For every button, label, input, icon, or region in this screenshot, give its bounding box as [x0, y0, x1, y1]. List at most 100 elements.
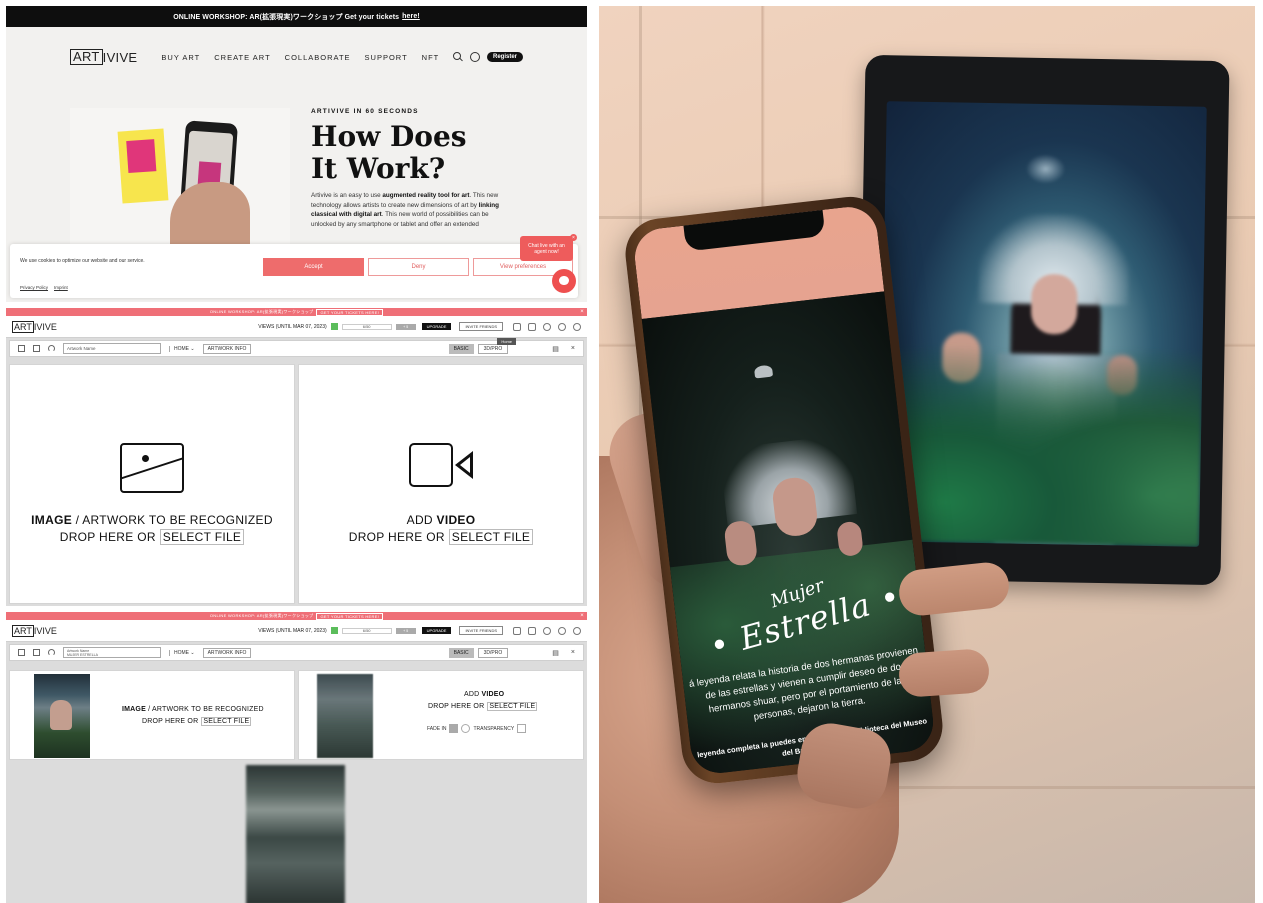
nav-create-art[interactable]: CREATE ART — [214, 53, 270, 62]
artwork-info-button[interactable]: ARTWORK INFO — [202, 343, 252, 354]
home-select[interactable]: HOME ⌄ — [169, 649, 195, 656]
record-icon[interactable] — [33, 345, 40, 352]
toolbar-right: ▤ × — [552, 345, 575, 353]
basic-mode-button[interactable]: BASIC — [448, 647, 474, 658]
workshop-banner: ONLINE WORKSHOP: AR(拡張現実)ワークショップ Get you… — [6, 6, 587, 27]
artwork-name-value: MUJER ESTRELLA — [67, 652, 98, 657]
image-drop-title: IMAGE / ARTWORK TO BE RECOGNIZED — [31, 513, 273, 527]
help-icon[interactable] — [543, 322, 551, 331]
power-icon[interactable] — [573, 322, 581, 331]
tickets-link[interactable]: GET YOUR TICKETS HERE! — [316, 612, 384, 620]
chat-bubble[interactable]: Chat live with an agent now! — [520, 236, 573, 261]
hero-title-line-2: It Work? — [311, 152, 446, 185]
fade-controls: FADE IN TRANSPARENCY — [427, 724, 527, 733]
image-upload-zone[interactable]: IMAGE / ARTWORK TO BE RECOGNIZED DROP HE… — [9, 670, 295, 760]
close-icon[interactable]: × — [571, 345, 575, 353]
video-upload-zone[interactable]: ADD VIDEO DROP HERE OR SELECT FILE FADE … — [298, 670, 584, 760]
close-icon[interactable]: × — [571, 649, 575, 657]
tickets-link[interactable]: GET YOUR TICKETS HERE! — [316, 308, 384, 316]
editor-banner: ONLINE WORKSHOP: AR(拡張現実)ワークショップ GET YOU… — [6, 308, 587, 316]
editor-header: ART IVIVE VIEWS (UNTIL MAR 07, 2023) 6/5… — [6, 316, 587, 338]
poster-illustration — [117, 128, 169, 204]
video-select-file-button[interactable]: SELECT FILE — [448, 529, 534, 545]
video-upload-instruction: DROP HERE OR SELECT FILE — [428, 702, 538, 711]
video-camera-icon — [409, 443, 473, 487]
headphones-icon[interactable] — [48, 649, 55, 656]
logo-rest-part: IVIVE — [102, 49, 138, 65]
nav-collaborate[interactable]: COLLABORATE — [285, 53, 351, 62]
accept-button[interactable]: Accept — [263, 258, 364, 276]
fade-in-toggle[interactable] — [449, 724, 459, 733]
upgrade-button[interactable]: UPGRADE — [421, 323, 452, 330]
add-icon[interactable] — [528, 626, 536, 635]
chat-close-icon[interactable]: × — [570, 234, 577, 241]
invite-friends-button[interactable]: INVITE FRIENDS — [459, 626, 503, 635]
privacy-policy-link[interactable]: Privacy Policy — [20, 285, 48, 290]
upgrade-button[interactable]: UPGRADE — [421, 627, 452, 634]
imprint-link[interactable]: Imprint — [54, 285, 68, 290]
register-button[interactable]: Register — [486, 52, 523, 62]
editor-logo[interactable]: ART IVIVE — [12, 624, 57, 637]
deny-button[interactable]: Deny — [368, 258, 469, 276]
image-label: IMAGE — [122, 706, 146, 713]
finger — [897, 647, 991, 699]
account-icon[interactable] — [469, 52, 480, 62]
add-icon[interactable] — [528, 322, 536, 331]
record-icon[interactable] — [33, 649, 40, 656]
artwork-info-button[interactable]: ARTWORK INFO — [202, 647, 252, 658]
views-add-button[interactable]: + 5 — [395, 627, 416, 634]
pro-mode-button[interactable]: 3D/PRO — [477, 647, 509, 658]
new-icon[interactable] — [18, 345, 25, 352]
profile-icon[interactable] — [558, 626, 566, 635]
profile-icon[interactable] — [558, 322, 566, 331]
video-drop-zone[interactable]: ADD VIDEO DROP HERE OR SELECT FILE — [298, 364, 584, 604]
expand-icon[interactable] — [517, 724, 527, 733]
headphones-icon[interactable] — [48, 345, 55, 352]
editor-banner-text: ONLINE WORKSHOP: AR(拡張現実)ワークショップ — [209, 309, 314, 314]
power-icon[interactable] — [573, 626, 581, 635]
nav-buy-art[interactable]: BUY ART — [161, 53, 200, 62]
image-label-rest: / ARTWORK TO BE RECOGNIZED — [145, 706, 264, 713]
views-label: VIEWS (UNTIL MAR 07, 2023) — [258, 627, 327, 634]
add-label: ADD — [464, 691, 482, 698]
artwork-name-input[interactable]: Artwork Name — [63, 343, 161, 354]
home-icon[interactable] — [513, 322, 521, 331]
cookie-banner: We use cookies to optimize our website a… — [10, 244, 578, 298]
hero-body-b: augmented reality tool for art — [382, 192, 470, 199]
search-icon[interactable] — [452, 52, 463, 62]
save-icon[interactable]: ▤ — [552, 345, 559, 353]
editor-logo[interactable]: ART IVIVE — [12, 320, 57, 333]
home-select[interactable]: HOME ⌄ — [169, 345, 195, 352]
banner-close-icon[interactable]: × — [580, 308, 584, 316]
views-indicator — [330, 323, 338, 330]
basic-mode-button[interactable]: BASIC — [448, 343, 474, 354]
ar-scene: Mujer • Estrella • á leyenda relata la h… — [641, 291, 937, 777]
editor-toolbar: Artwork Name HOME ⌄ ARTWORK INFO BASIC 3… — [9, 338, 584, 357]
save-icon[interactable]: ▤ — [552, 649, 559, 657]
banner-close-icon[interactable]: × — [580, 612, 584, 620]
chat-icon[interactable] — [552, 269, 576, 293]
image-select-file-button[interactable]: SELECT FILE — [201, 717, 252, 726]
video-select-file-button[interactable]: SELECT FILE — [487, 702, 538, 711]
image-select-file-button[interactable]: SELECT FILE — [159, 529, 245, 545]
nav-support[interactable]: SUPPORT — [365, 53, 408, 62]
video-label: VIDEO — [436, 513, 476, 527]
banner-link[interactable]: here! — [402, 13, 420, 20]
artwork-name-input[interactable]: Artwork Name MUJER ESTRELLA — [63, 647, 161, 658]
image-label-rest: / ARTWORK TO BE RECOGNIZED — [72, 513, 273, 527]
nav-nft[interactable]: NFT — [422, 53, 440, 62]
invite-friends-button[interactable]: INVITE FRIENDS — [459, 322, 503, 331]
artivive-logo[interactable]: ART IVIVE — [70, 49, 137, 65]
views-add-button[interactable]: + 5 — [395, 323, 416, 330]
image-icon — [120, 443, 184, 493]
home-icon[interactable] — [513, 626, 521, 635]
pro-mode-button[interactable]: 3D/PRO — [477, 343, 509, 354]
help-icon[interactable] — [543, 626, 551, 635]
transparency-icon[interactable] — [461, 724, 471, 733]
video-label: VIDEO — [481, 691, 505, 698]
drop-text: DROP HERE OR — [142, 718, 199, 725]
artesana-logo — [750, 364, 778, 389]
new-icon[interactable] — [18, 649, 25, 656]
image-drop-zone[interactable]: IMAGE / ARTWORK TO BE RECOGNIZED DROP HE… — [9, 364, 295, 604]
drop-text: DROP HERE OR — [348, 530, 445, 544]
